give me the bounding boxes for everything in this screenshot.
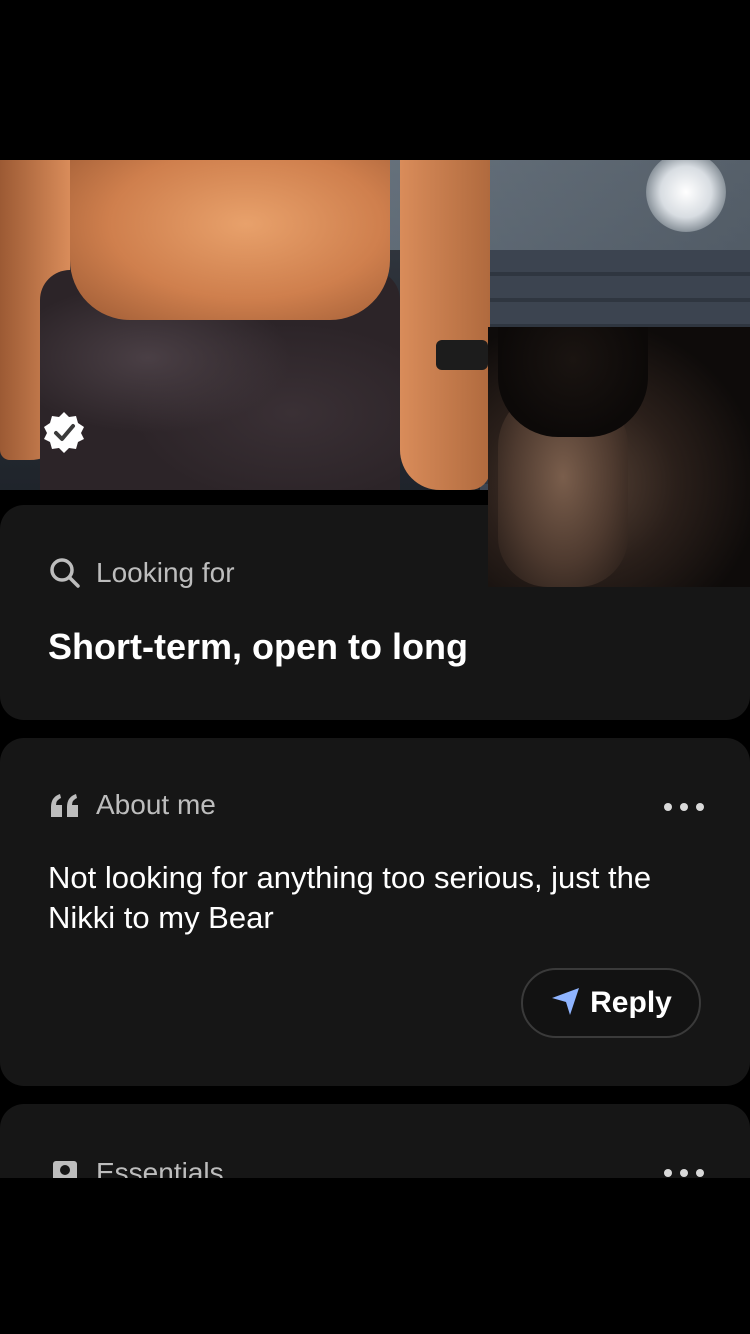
reply-label: Reply [590, 986, 672, 1019]
about-me-text: Not looking for anything too serious, ju… [48, 860, 652, 935]
search-icon [48, 556, 82, 590]
reply-button[interactable]: Reply [521, 968, 701, 1038]
looking-for-header: Looking for [48, 556, 235, 590]
screen: Looking for Short-term, open to long Abo… [0, 0, 750, 1334]
looking-for-label: Looking for [96, 557, 235, 588]
about-me-label: About me [96, 789, 216, 820]
video-hair [498, 327, 648, 437]
photo-torso [70, 160, 390, 320]
about-me-header: About me [48, 788, 216, 822]
video-call-inset[interactable] [488, 327, 750, 587]
verified-badge-icon [42, 410, 86, 454]
about-me-more-icon[interactable] [664, 792, 704, 822]
photo-arm-right [400, 160, 490, 490]
send-icon [550, 985, 582, 1022]
photo-watch [436, 340, 488, 370]
bottom-letterbox [0, 1178, 750, 1334]
quote-icon [48, 788, 82, 822]
looking-for-value: Short-term, open to long [48, 626, 468, 667]
